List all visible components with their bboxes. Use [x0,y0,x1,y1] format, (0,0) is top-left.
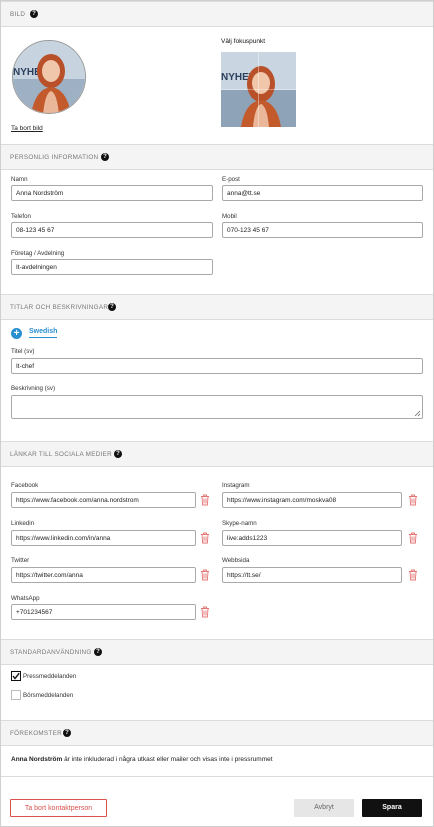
facebook-label: Facebook [11,482,39,489]
trash-icon[interactable] [200,494,210,506]
linkedin-label: Linkedin [11,520,35,527]
email-field[interactable]: anna@tt.se [222,185,423,201]
add-language-icon[interactable]: + [11,328,22,339]
whatsapp-field[interactable]: +701234567 [11,604,196,620]
personal-section-header: PERSONLIG INFORMATION ? [1,144,433,170]
instagram-field[interactable]: https://www.instagram.com/moskva08 [222,492,402,508]
save-button[interactable]: Spara [362,799,422,817]
skype-field[interactable]: live:adds1223 [222,530,402,546]
resize-handle-icon[interactable] [414,410,421,417]
company-label: Företag / Avdelning [11,250,65,257]
tab-swedish[interactable]: Swedish [29,328,58,338]
avatar[interactable]: NYHET [12,40,86,114]
website-label: Webbsida [222,557,250,564]
titles-section-title: TITLAR OCH BESKRIVNINGAR [10,304,109,311]
choose-focus-label: Välj fokuspunkt [221,38,266,45]
default-usage-section-header: STANDARDANVÄNDNING ? [1,639,433,665]
trash-icon[interactable] [200,569,210,581]
stock-release-checkbox[interactable] [11,690,21,700]
phone-label: Telefon [11,213,31,220]
cancel-button[interactable]: Avbryt [294,799,354,817]
title-label: Titel (sv) [11,348,35,355]
social-section-title: LÄNKAR TILL SOCIALA MEDIER [10,451,112,458]
name-field[interactable]: Anna Nordström [11,185,213,201]
company-field[interactable]: It-avdelningen [11,259,213,275]
press-release-label: Pressmeddelanden [23,673,77,680]
help-icon[interactable]: ? [108,303,116,311]
description-label: Beskrivning (sv) [11,385,56,392]
personal-section-title: PERSONLIG INFORMATION [10,154,99,161]
help-icon[interactable]: ? [101,153,109,161]
occurrences-message: är inte inkluderad i några utkast eller … [62,756,273,763]
delete-contact-button[interactable]: Ta bort kontaktperson [10,799,107,817]
twitter-field[interactable]: https://twitter.com/anna [11,567,196,583]
description-textarea[interactable] [11,395,423,419]
facebook-field[interactable]: https://www.facebook.com/anna.nordstrom [11,492,196,508]
contact-name: Anna Nordström [11,756,63,763]
trash-icon[interactable] [408,532,418,544]
mobile-label: Mobil [222,213,237,220]
skype-label: Skype-namn [222,520,257,527]
image-section-title: BILD [10,11,26,18]
mobile-field[interactable]: 070-123 45 67 [222,222,423,238]
whatsapp-label: WhatsApp [11,595,40,602]
occurrences-text: Anna Nordström är inte inkluderad i någr… [11,756,273,763]
occurrences-section-header: FÖREKOMSTER ? [1,720,433,746]
twitter-label: Twitter [11,557,30,564]
trash-icon[interactable] [200,606,210,618]
trash-icon[interactable] [408,494,418,506]
help-icon[interactable]: ? [114,450,122,458]
remove-image-link[interactable]: Ta bort bild [11,125,43,132]
checkmark-icon [12,672,20,680]
linkedin-field[interactable]: https://www.linkedin.com/in/anna [11,530,196,546]
title-field[interactable]: It-chef [11,358,423,374]
divider [1,776,433,777]
titles-section-header: TITLAR OCH BESKRIVNINGAR ? [1,294,433,320]
occurrences-section-title: FÖREKOMSTER [10,730,62,737]
help-icon[interactable]: ? [30,10,38,18]
press-release-checkbox[interactable] [11,671,21,681]
phone-field[interactable]: 08-123 45 67 [11,222,213,238]
stock-release-label: Börsmeddelanden [23,692,74,699]
email-label: E-post [222,176,240,183]
instagram-label: Instagram [222,482,250,489]
website-field[interactable]: https://tt.se/ [222,567,402,583]
trash-icon[interactable] [408,569,418,581]
default-usage-section-title: STANDARDANVÄNDNING [10,649,92,656]
help-icon[interactable]: ? [63,729,71,737]
social-section-header: LÄNKAR TILL SOCIALA MEDIER ? [1,441,433,467]
image-section-header: BILD ? [1,1,433,27]
name-label: Namn [11,176,28,183]
help-icon[interactable]: ? [94,648,102,656]
trash-icon[interactable] [200,532,210,544]
focus-point-image[interactable]: NYHET [221,52,296,127]
